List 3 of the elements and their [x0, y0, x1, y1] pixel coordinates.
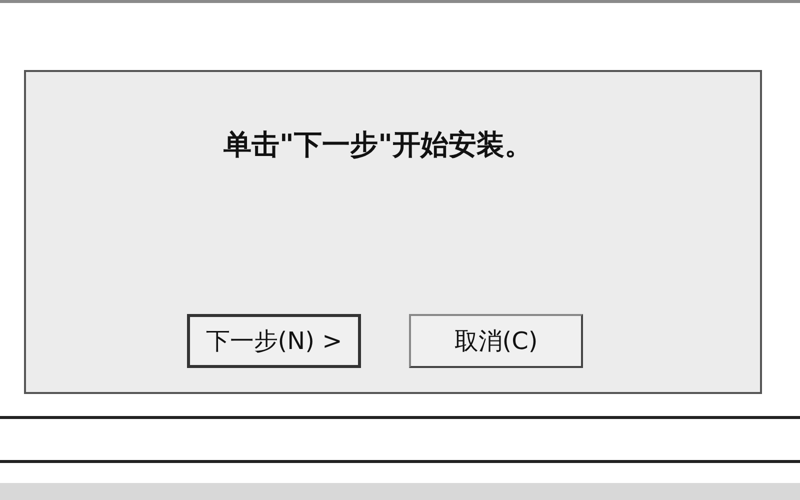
cancel-button[interactable]: 取消(C) — [409, 314, 583, 368]
next-button[interactable]: 下一步(N) > — [187, 314, 361, 368]
instruction-text: 单击"下一步"开始安装。 — [223, 127, 533, 163]
